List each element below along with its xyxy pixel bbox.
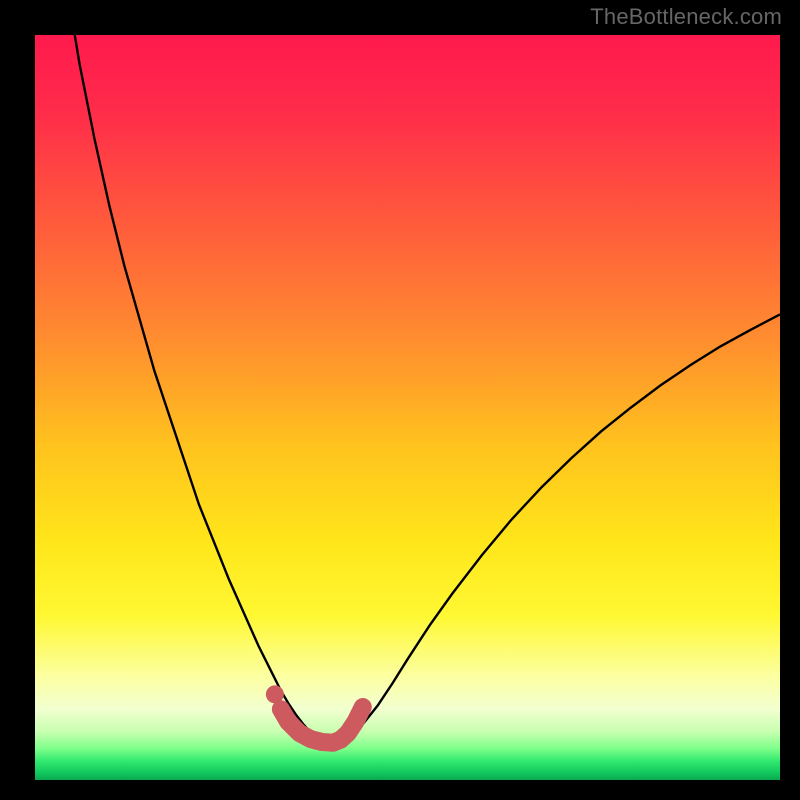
plot-area — [35, 35, 780, 780]
chart-frame: TheBottleneck.com — [0, 0, 800, 800]
highlight-dot — [266, 685, 284, 703]
watermark-text: TheBottleneck.com — [590, 4, 782, 30]
gradient-background — [35, 35, 780, 780]
chart-svg — [35, 35, 780, 780]
